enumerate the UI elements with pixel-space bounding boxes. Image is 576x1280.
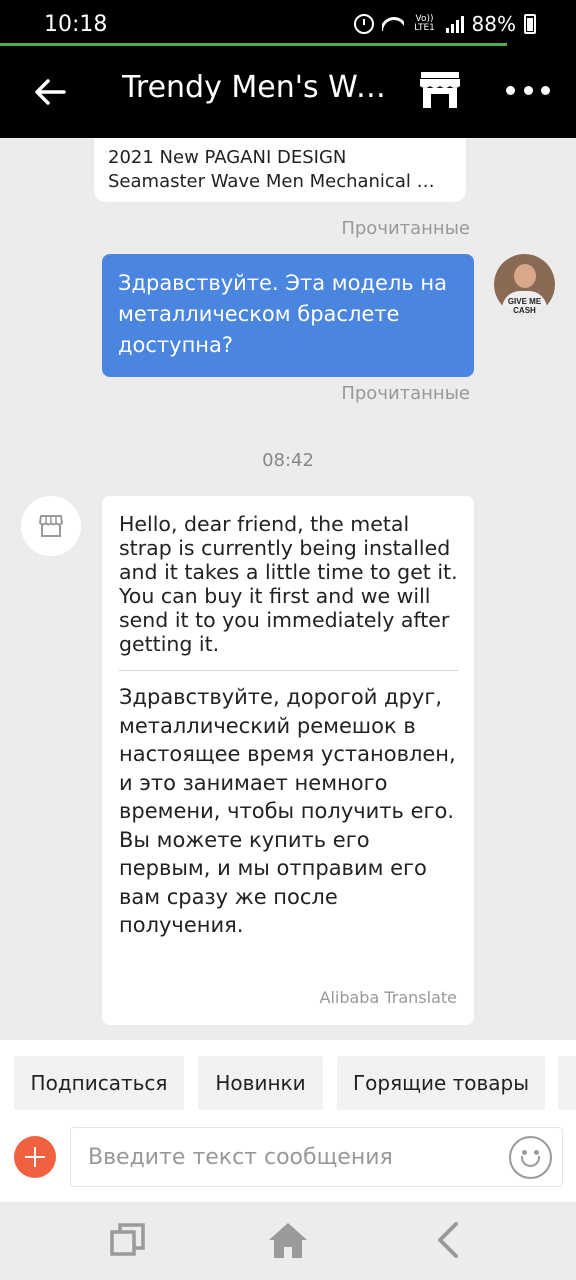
signal-icon bbox=[445, 15, 464, 33]
status-bar: 10:18 Vo)) LTE1 88% bbox=[0, 0, 576, 50]
store-icon bbox=[39, 515, 63, 537]
page-load-progress bbox=[0, 43, 507, 46]
battery-percent: 88% bbox=[471, 12, 516, 36]
incoming-message[interactable]: Hello, dear friend, the metal strap is c… bbox=[102, 496, 474, 1025]
read-receipt: Прочитанные bbox=[341, 383, 470, 404]
shop-avatar[interactable] bbox=[21, 496, 81, 556]
quick-reply-more[interactable] bbox=[558, 1056, 576, 1110]
status-icons: Vo)) LTE1 88% bbox=[353, 12, 536, 36]
message-composer bbox=[0, 1120, 576, 1202]
plus-icon[interactable] bbox=[14, 1136, 56, 1178]
avatar[interactable]: GIVE ME CASH bbox=[494, 254, 555, 315]
recents-icon[interactable] bbox=[106, 1220, 150, 1260]
chat-header: Trendy Men's Watches Store bbox=[0, 50, 576, 138]
more-options-icon[interactable] bbox=[506, 80, 550, 100]
quick-reply-subscribe[interactable]: Подписаться bbox=[14, 1056, 184, 1110]
product-title-line2: Seamaster Wave Men Mechanical Watch bbox=[108, 171, 450, 192]
battery-icon bbox=[524, 14, 536, 34]
store-icon[interactable] bbox=[418, 70, 462, 110]
product-title-line1: 2021 New PAGANI DESIGN bbox=[108, 147, 347, 168]
translation-credit: Alibaba Translate bbox=[319, 988, 458, 1007]
product-card[interactable]: 2021 New PAGANI DESIGN Seamaster Wave Me… bbox=[94, 138, 466, 202]
back-arrow-icon[interactable] bbox=[30, 72, 70, 112]
read-receipt: Прочитанные bbox=[341, 218, 470, 239]
wifi-icon bbox=[382, 15, 404, 33]
message-translated-text: Здравствуйте, дорогой друг, металлически… bbox=[119, 685, 456, 937]
message-timestamp: 08:42 bbox=[262, 450, 314, 471]
avatar-shirt-text: GIVE ME CASH bbox=[502, 291, 547, 315]
message-original-text: Hello, dear friend, the metal strap is c… bbox=[119, 512, 458, 656]
message-input[interactable] bbox=[70, 1127, 563, 1187]
volte-label: Vo)) LTE1 bbox=[414, 14, 435, 33]
translation-divider bbox=[119, 670, 458, 671]
home-icon[interactable] bbox=[266, 1220, 310, 1260]
emoji-icon[interactable] bbox=[509, 1136, 552, 1179]
system-nav-bar bbox=[0, 1202, 576, 1280]
chat-thread[interactable]: 2021 New PAGANI DESIGN Seamaster Wave Me… bbox=[0, 138, 576, 1040]
alarm-icon bbox=[353, 14, 374, 34]
quick-reply-new-arrivals[interactable]: Новинки bbox=[198, 1056, 323, 1110]
outgoing-message[interactable]: Здравствуйте. Эта модель на металлическо… bbox=[102, 254, 474, 377]
quick-replies-bar: Подписаться Новинки Горящие товары bbox=[0, 1040, 576, 1120]
status-time: 10:18 bbox=[44, 12, 108, 37]
store-title[interactable]: Trendy Men's Watches Store bbox=[122, 70, 392, 105]
quick-reply-hot-deals[interactable]: Горящие товары bbox=[337, 1056, 545, 1110]
back-icon[interactable] bbox=[428, 1220, 472, 1260]
